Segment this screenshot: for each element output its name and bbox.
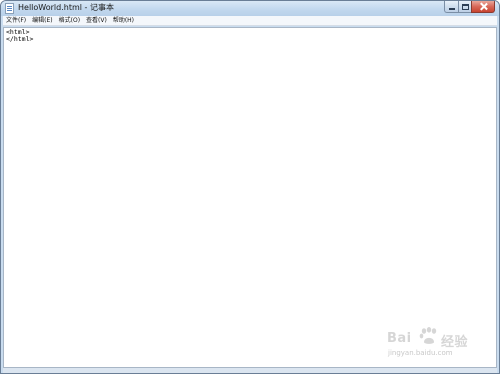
watermark-brand-right: 经验 bbox=[441, 335, 469, 350]
minimize-button[interactable] bbox=[444, 1, 458, 13]
menu-format[interactable]: 格式(O) bbox=[56, 16, 83, 25]
notepad-icon[interactable] bbox=[5, 3, 14, 14]
menu-view[interactable]: 查看(V) bbox=[83, 16, 110, 25]
close-button[interactable] bbox=[471, 1, 495, 13]
menu-file[interactable]: 文件(F) bbox=[3, 16, 29, 25]
maximize-icon bbox=[461, 3, 469, 10]
notepad-window: HelloWorld.html - 记事本 文件(F) 编辑(E) 格式(O) … bbox=[0, 0, 500, 374]
maximize-button[interactable] bbox=[458, 1, 471, 13]
watermark-url: jingyan.baidu.com bbox=[388, 349, 453, 357]
menu-bar: 文件(F) 编辑(E) 格式(O) 查看(V) 帮助(H) bbox=[3, 16, 497, 26]
menu-help[interactable]: 帮助(H) bbox=[110, 16, 137, 25]
editor-content[interactable]: <html> </html> bbox=[6, 29, 33, 43]
paw-logo-icon bbox=[419, 327, 437, 344]
caption-buttons bbox=[444, 1, 495, 13]
title-bar[interactable]: HelloWorld.html - 记事本 bbox=[1, 1, 499, 16]
watermark-brand-left: Bai bbox=[387, 331, 412, 346]
close-icon bbox=[480, 3, 487, 10]
text-editor[interactable]: <html> </html> bbox=[3, 27, 497, 368]
bottom-border bbox=[3, 368, 497, 373]
menu-edit[interactable]: 编辑(E) bbox=[29, 16, 55, 25]
minimize-icon bbox=[448, 7, 455, 10]
watermark: Bai 经验 jingyan.baidu.com bbox=[387, 327, 487, 361]
window-title: HelloWorld.html - 记事本 bbox=[18, 3, 114, 12]
